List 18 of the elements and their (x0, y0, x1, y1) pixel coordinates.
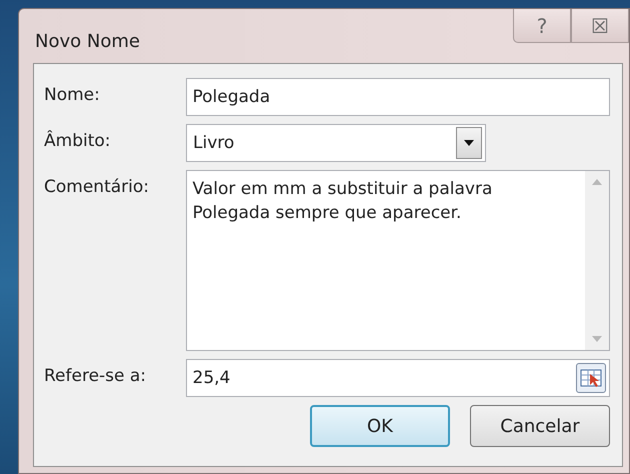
cancel-button[interactable]: Cancelar (470, 405, 610, 447)
comment-field[interactable]: Valor em mm a substituir a palavra Polegada sempre que aparecer. (186, 170, 610, 351)
field-label: Refere-se a: (44, 365, 148, 386)
range-select-icon (580, 368, 602, 388)
field-label: Âmbito: (44, 129, 112, 151)
field-label: Comentário: (44, 176, 150, 197)
scrollbar[interactable] (585, 171, 609, 350)
field-label: Nome: (44, 84, 101, 105)
close-button[interactable]: ☒ (571, 9, 629, 43)
window-title: Novo Nome (35, 31, 140, 52)
reference-field[interactable]: 25,4 (186, 359, 610, 397)
range-select-button[interactable] (576, 363, 606, 393)
help-button[interactable]: ? (513, 9, 571, 43)
scroll-up-icon[interactable] (592, 179, 602, 185)
scroll-down-icon[interactable] (592, 336, 602, 342)
ok-button[interactable]: OK (310, 405, 450, 447)
name-field[interactable]: Polegada (186, 78, 610, 116)
scope-dropdown[interactable]: Livro (186, 124, 486, 162)
